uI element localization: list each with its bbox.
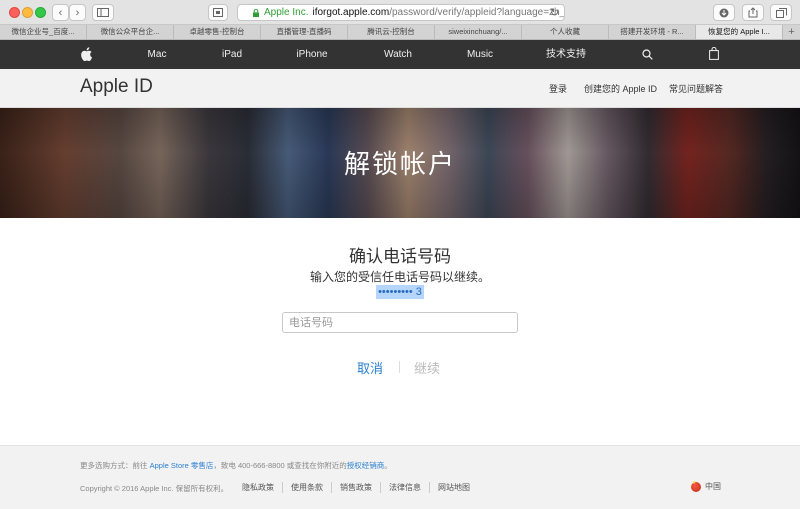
apple-store-link[interactable]: Apple Store 零售店: [150, 461, 214, 470]
hero-banner: 解锁帐户: [0, 108, 800, 218]
nav-item-ipad[interactable]: iPad: [222, 40, 242, 69]
browser-tab[interactable]: 个人收藏: [522, 25, 609, 39]
browser-tab[interactable]: 腾讯云-控制台: [348, 25, 435, 39]
sign-in-link[interactable]: 登录: [549, 82, 567, 95]
footer-copyright: Copyright © 2016 Apple Inc. 保留所有权利。: [80, 484, 229, 493]
reload-button[interactable]: ↻: [548, 6, 561, 19]
search-icon[interactable]: [642, 49, 653, 60]
minimize-window-button[interactable]: [22, 7, 33, 18]
footer-shop-prefix: 更多选购方式：前往: [80, 461, 150, 470]
footer-link-legal[interactable]: 法律信息: [380, 482, 429, 493]
sidebar-button[interactable]: [92, 4, 114, 21]
button-divider: [399, 361, 400, 373]
downloads-button[interactable]: [713, 4, 735, 21]
faq-link[interactable]: 常见问题解答: [669, 82, 723, 95]
address-bar[interactable]: Apple Inc. iforgot.apple.com/password/ve…: [237, 4, 565, 21]
footer-link-sales-policy[interactable]: 销售政策: [331, 482, 380, 493]
browser-tab[interactable]: siweixinchuang/...: [435, 25, 522, 39]
download-icon: [719, 8, 729, 17]
footer-link-sitemap[interactable]: 网站地图: [429, 482, 478, 493]
new-tab-button[interactable]: +: [783, 25, 800, 39]
browser-toolbar: ‹ › Apple Inc. iforgot.apple.com/passwor…: [0, 0, 800, 25]
china-flag-icon: [691, 480, 701, 492]
create-apple-id-link[interactable]: 创建您的 Apple ID: [584, 82, 657, 95]
apple-logo-icon[interactable]: [81, 47, 92, 61]
browser-tabs: 微信企业号_百度... 微信公众平台企... 卓越零售-控制台 直播管理-直播码…: [0, 25, 800, 40]
masked-phone-number-text: ••••••••• 3: [376, 285, 424, 299]
masked-phone-number: ••••••••• 3: [0, 285, 800, 299]
phone-number-input[interactable]: [282, 312, 518, 333]
tab-overview-button[interactable]: [770, 4, 792, 21]
footer-link-privacy[interactable]: 隐私政策: [242, 482, 282, 493]
browser-tab[interactable]: 直播管理-直播码: [261, 25, 348, 39]
browser-tab[interactable]: 微信公众平台企...: [87, 25, 174, 39]
nav-item-support[interactable]: 技术支持: [546, 40, 586, 69]
nav-item-music[interactable]: Music: [467, 40, 493, 69]
confirm-phone-heading: 确认电话号码: [349, 247, 451, 266]
browser-tab[interactable]: 搭建开发环境 - R...: [609, 25, 696, 39]
url-host: iforgot.apple.com: [312, 7, 390, 18]
footer-shop-info: 更多选购方式：前往 Apple Store 零售店，致电 400-666-880…: [80, 460, 392, 471]
page-title: 解锁帐户: [343, 149, 456, 179]
apple-id-subnav: Apple ID 登录 创建您的 Apple ID 常见问题解答: [0, 69, 800, 108]
url-secure-label: Apple Inc.: [264, 7, 309, 18]
continue-button[interactable]: 继续: [414, 358, 440, 377]
tabs-overview-icon: [775, 7, 787, 18]
browser-tab-active[interactable]: 恢复您的 Apple I...: [696, 25, 783, 39]
nav-item-mac[interactable]: Mac: [148, 40, 167, 69]
browser-tab[interactable]: 卓越零售-控制台: [174, 25, 261, 39]
share-icon: [748, 7, 758, 18]
shopping-bag-icon[interactable]: [709, 47, 719, 60]
zoom-window-button[interactable]: [35, 7, 46, 18]
nav-item-watch[interactable]: Watch: [384, 40, 412, 69]
forward-button[interactable]: ›: [69, 4, 86, 21]
sidebar-icon: [97, 8, 109, 17]
footer-shop-middle: ，致电 400-666-8800 或查找在你附近的: [213, 461, 347, 470]
reader-button[interactable]: [208, 4, 228, 21]
url-path: /password/verify/appleid?language=zh_CN: [389, 7, 565, 18]
close-window-button[interactable]: [9, 7, 20, 18]
apple-id-brand[interactable]: Apple ID: [80, 76, 153, 98]
global-nav: Mac iPad iPhone Watch Music 技术支持: [0, 40, 800, 69]
lock-icon: [253, 9, 259, 17]
chevron-left-icon: ‹: [58, 6, 63, 19]
share-button[interactable]: [742, 4, 764, 21]
footer-shop-suffix: 。: [384, 461, 392, 470]
back-button[interactable]: ‹: [52, 4, 69, 21]
confirm-phone-instructions: 输入您的受信任电话号码以继续。: [309, 270, 490, 284]
footer: 更多选购方式：前往 Apple Store 零售店，致电 400-666-880…: [0, 445, 800, 509]
footer-link-terms[interactable]: 使用条款: [282, 482, 331, 493]
nav-item-iphone[interactable]: iPhone: [296, 40, 327, 69]
reload-icon: ↻: [549, 7, 560, 19]
browser-tab[interactable]: 微信企业号_百度...: [0, 25, 87, 39]
reader-icon: [213, 8, 223, 17]
cancel-button[interactable]: 取消: [357, 358, 383, 377]
footer-links: 隐私政策 使用条款 销售政策 法律信息 网站地图: [242, 482, 478, 493]
region-label: 中国: [705, 482, 721, 491]
authorized-reseller-link[interactable]: 授权经销商: [347, 461, 385, 470]
region-selector[interactable]: 中国: [691, 480, 721, 492]
chevron-right-icon: ›: [75, 6, 80, 19]
